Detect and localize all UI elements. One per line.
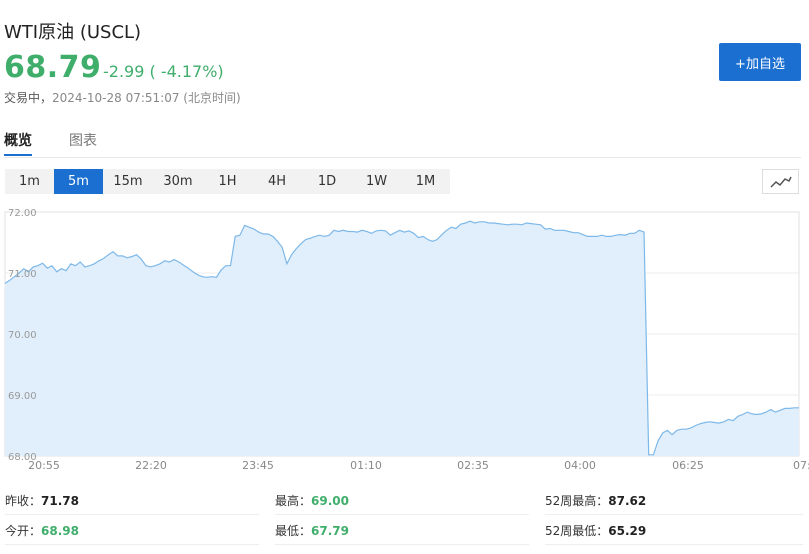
y-tick-label: 72.00 (8, 208, 37, 219)
x-tick-label: 01:10 (350, 459, 382, 472)
stat-value: 71.78 (41, 494, 79, 508)
quote-timestamp: 2024-10-28 07:51:07 (北京时间) (52, 91, 241, 105)
period-1m[interactable]: 1m (5, 169, 54, 194)
stat-label: 最低： (275, 524, 312, 538)
stats-row: 昨收：71.78 最高：69.00 52周最高：87.62 (0, 486, 809, 515)
x-tick-label: 20:55 (28, 459, 60, 472)
period-4h[interactable]: 4H (252, 169, 302, 194)
y-tick-label: 71.00 (8, 269, 37, 280)
period-1d[interactable]: 1D (302, 169, 352, 194)
period-1h[interactable]: 1H (203, 169, 252, 194)
stat-label: 52周最高： (545, 494, 609, 508)
x-tick-label: 23:45 (242, 459, 274, 472)
x-tick-label: 02:35 (457, 459, 489, 472)
x-tick-label: 22:20 (135, 459, 167, 472)
period-30m[interactable]: 30m (153, 169, 203, 194)
stat-open: 今开：68.98 (5, 522, 259, 545)
security-title: WTI原油 (USCL) (4, 22, 142, 43)
line-chart-icon (770, 176, 792, 188)
period-1mo[interactable]: 1M (401, 169, 450, 194)
add-watchlist-button[interactable]: +加自选 (719, 43, 801, 81)
price-chart: 72.0071.0070.0069.0068.00 20:55 22:20 23:4… (4, 208, 809, 472)
x-tick-label: 04:00 (564, 459, 596, 472)
stat-label: 最高： (275, 494, 312, 508)
stat-label: 今开： (5, 524, 42, 538)
tab-underline (4, 154, 32, 156)
status-label: 交易中， (4, 91, 53, 105)
stat-value: 69.00 (311, 494, 349, 508)
last-price: 68.79 (4, 50, 102, 85)
y-tick-label: 69.00 (8, 391, 37, 402)
stat-value: 67.79 (311, 524, 349, 538)
period-15m[interactable]: 15m (103, 169, 153, 194)
x-tick-label: 07:5 (793, 459, 809, 472)
tab-bar: 概览 图表 (4, 128, 801, 158)
tab-overview[interactable]: 概览 (4, 130, 32, 150)
period-selector: 1m 5m 15m 30m 1H 4H 1D 1W 1M (5, 169, 450, 194)
price-change: -2.99 ( -4.17%) (103, 62, 224, 81)
period-1w[interactable]: 1W (352, 169, 401, 194)
stat-52w-low: 52周最低：65.29 (545, 522, 803, 545)
stat-value: 68.98 (41, 524, 79, 538)
stat-high: 最高：69.00 (275, 492, 529, 515)
stat-label: 昨收： (5, 494, 42, 508)
stat-label: 52周最低： (545, 524, 609, 538)
stat-52w-high: 52周最高：87.62 (545, 492, 803, 515)
stat-value: 65.29 (608, 524, 647, 538)
stat-prev-close: 昨收：71.78 (5, 492, 259, 515)
period-5m[interactable]: 5m (54, 169, 103, 194)
stat-low: 最低：67.79 (275, 522, 529, 545)
tab-chart[interactable]: 图表 (69, 130, 97, 150)
stats-row: 今开：68.98 最低：67.79 52周最低：65.29 (0, 516, 809, 545)
x-tick-label: 06:25 (672, 459, 704, 472)
trading-status: 交易中，2024-10-28 07:51:07 (北京时间) (4, 89, 241, 106)
y-tick-label: 70.00 (8, 330, 37, 341)
chart-type-button[interactable] (762, 169, 799, 194)
stat-value: 87.62 (608, 494, 647, 508)
